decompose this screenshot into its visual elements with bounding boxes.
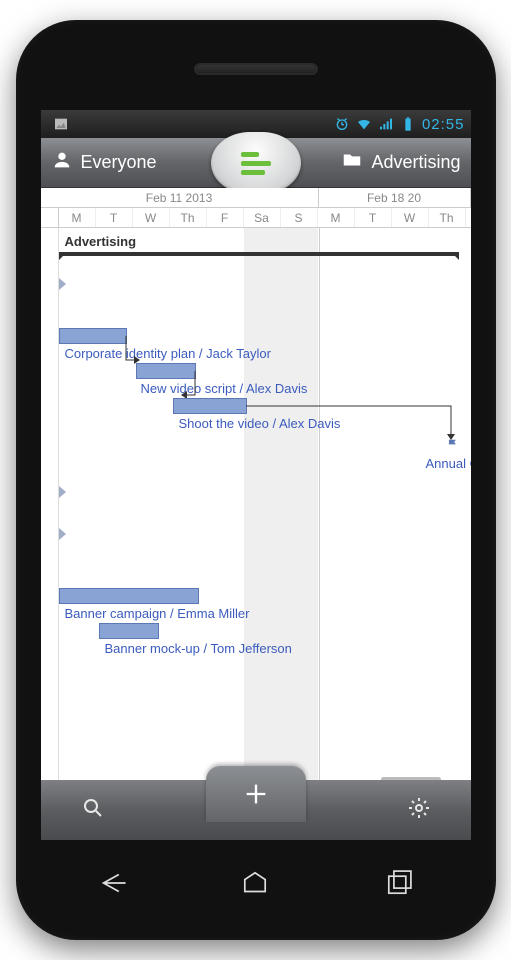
app-toolbar: Everyone Advertising	[41, 138, 471, 188]
alarm-icon	[334, 116, 350, 132]
main-menu-button[interactable]	[211, 132, 301, 194]
task-bar[interactable]	[173, 398, 247, 414]
home-icon	[238, 866, 272, 900]
task-bar[interactable]	[99, 623, 159, 639]
task-label: Annual Cor	[426, 456, 471, 471]
battery-icon	[400, 116, 416, 132]
day-col: Sa	[244, 208, 281, 227]
task-label: Banner mock-up / Tom Jefferson	[105, 641, 292, 656]
back-icon	[95, 866, 129, 900]
signal-icon	[378, 116, 394, 132]
recent-button[interactable]	[382, 866, 416, 905]
day-col: M	[318, 208, 355, 227]
phone-frame: 02:55 Everyone Advertising F	[16, 20, 496, 940]
search-button[interactable]	[81, 796, 105, 825]
day-col: Th	[170, 208, 207, 227]
week-label: Feb 18 20	[319, 188, 471, 207]
screen: 02:55 Everyone Advertising F	[41, 110, 471, 840]
search-icon	[81, 796, 105, 820]
task-bar[interactable]	[136, 363, 196, 379]
filter-project-label: Advertising	[371, 152, 460, 173]
folder-icon	[341, 149, 363, 176]
milestone-flag-icon[interactable]	[446, 438, 460, 455]
day-col: Th	[429, 208, 466, 227]
week-header: Feb 11 2013 Feb 18 20	[41, 188, 471, 208]
gantt-view[interactable]: Feb 11 2013 Feb 18 20 M T W Th F Sa S M …	[41, 188, 471, 780]
gantt-chart[interactable]: Advertising Corporate identity plan / Ja…	[41, 228, 471, 780]
weekend-shade	[244, 228, 318, 780]
day-col: W	[133, 208, 170, 227]
week-label: Feb 11 2013	[41, 188, 319, 207]
day-col: M	[59, 208, 96, 227]
task-label: Corporate identity plan / Jack Taylor	[65, 346, 271, 361]
task-bar[interactable]	[59, 588, 199, 604]
filter-people-label: Everyone	[81, 152, 157, 173]
settings-button[interactable]	[407, 796, 431, 825]
recent-icon	[382, 866, 416, 900]
group-label: Advertising	[65, 234, 137, 249]
back-button[interactable]	[95, 866, 129, 905]
picture-icon	[53, 116, 69, 132]
collapse-triangle-icon[interactable]	[59, 278, 66, 290]
day-col: W	[392, 208, 429, 227]
clock: 02:55	[422, 116, 465, 133]
day-header: M T W Th F Sa S M T W Th	[41, 208, 471, 228]
day-col: T	[96, 208, 133, 227]
person-icon	[51, 149, 73, 176]
bottom-toolbar	[41, 780, 471, 840]
wifi-icon	[356, 116, 372, 132]
task-bar[interactable]	[59, 328, 127, 344]
collapse-triangle-icon[interactable]	[59, 486, 66, 498]
day-col: S	[281, 208, 318, 227]
add-button[interactable]	[206, 766, 306, 822]
menu-icon	[241, 152, 271, 175]
group-summary-bar[interactable]	[59, 252, 459, 256]
collapse-triangle-icon[interactable]	[59, 528, 66, 540]
gear-icon	[407, 796, 431, 820]
task-label: New video script / Alex Davis	[141, 381, 308, 396]
day-col: F	[207, 208, 244, 227]
dependency-arrow	[246, 406, 466, 446]
home-button[interactable]	[238, 866, 272, 905]
task-label: Banner campaign / Emma Miller	[65, 606, 250, 621]
android-nav-bar	[41, 855, 471, 915]
plus-icon	[242, 780, 270, 808]
day-col: T	[355, 208, 392, 227]
